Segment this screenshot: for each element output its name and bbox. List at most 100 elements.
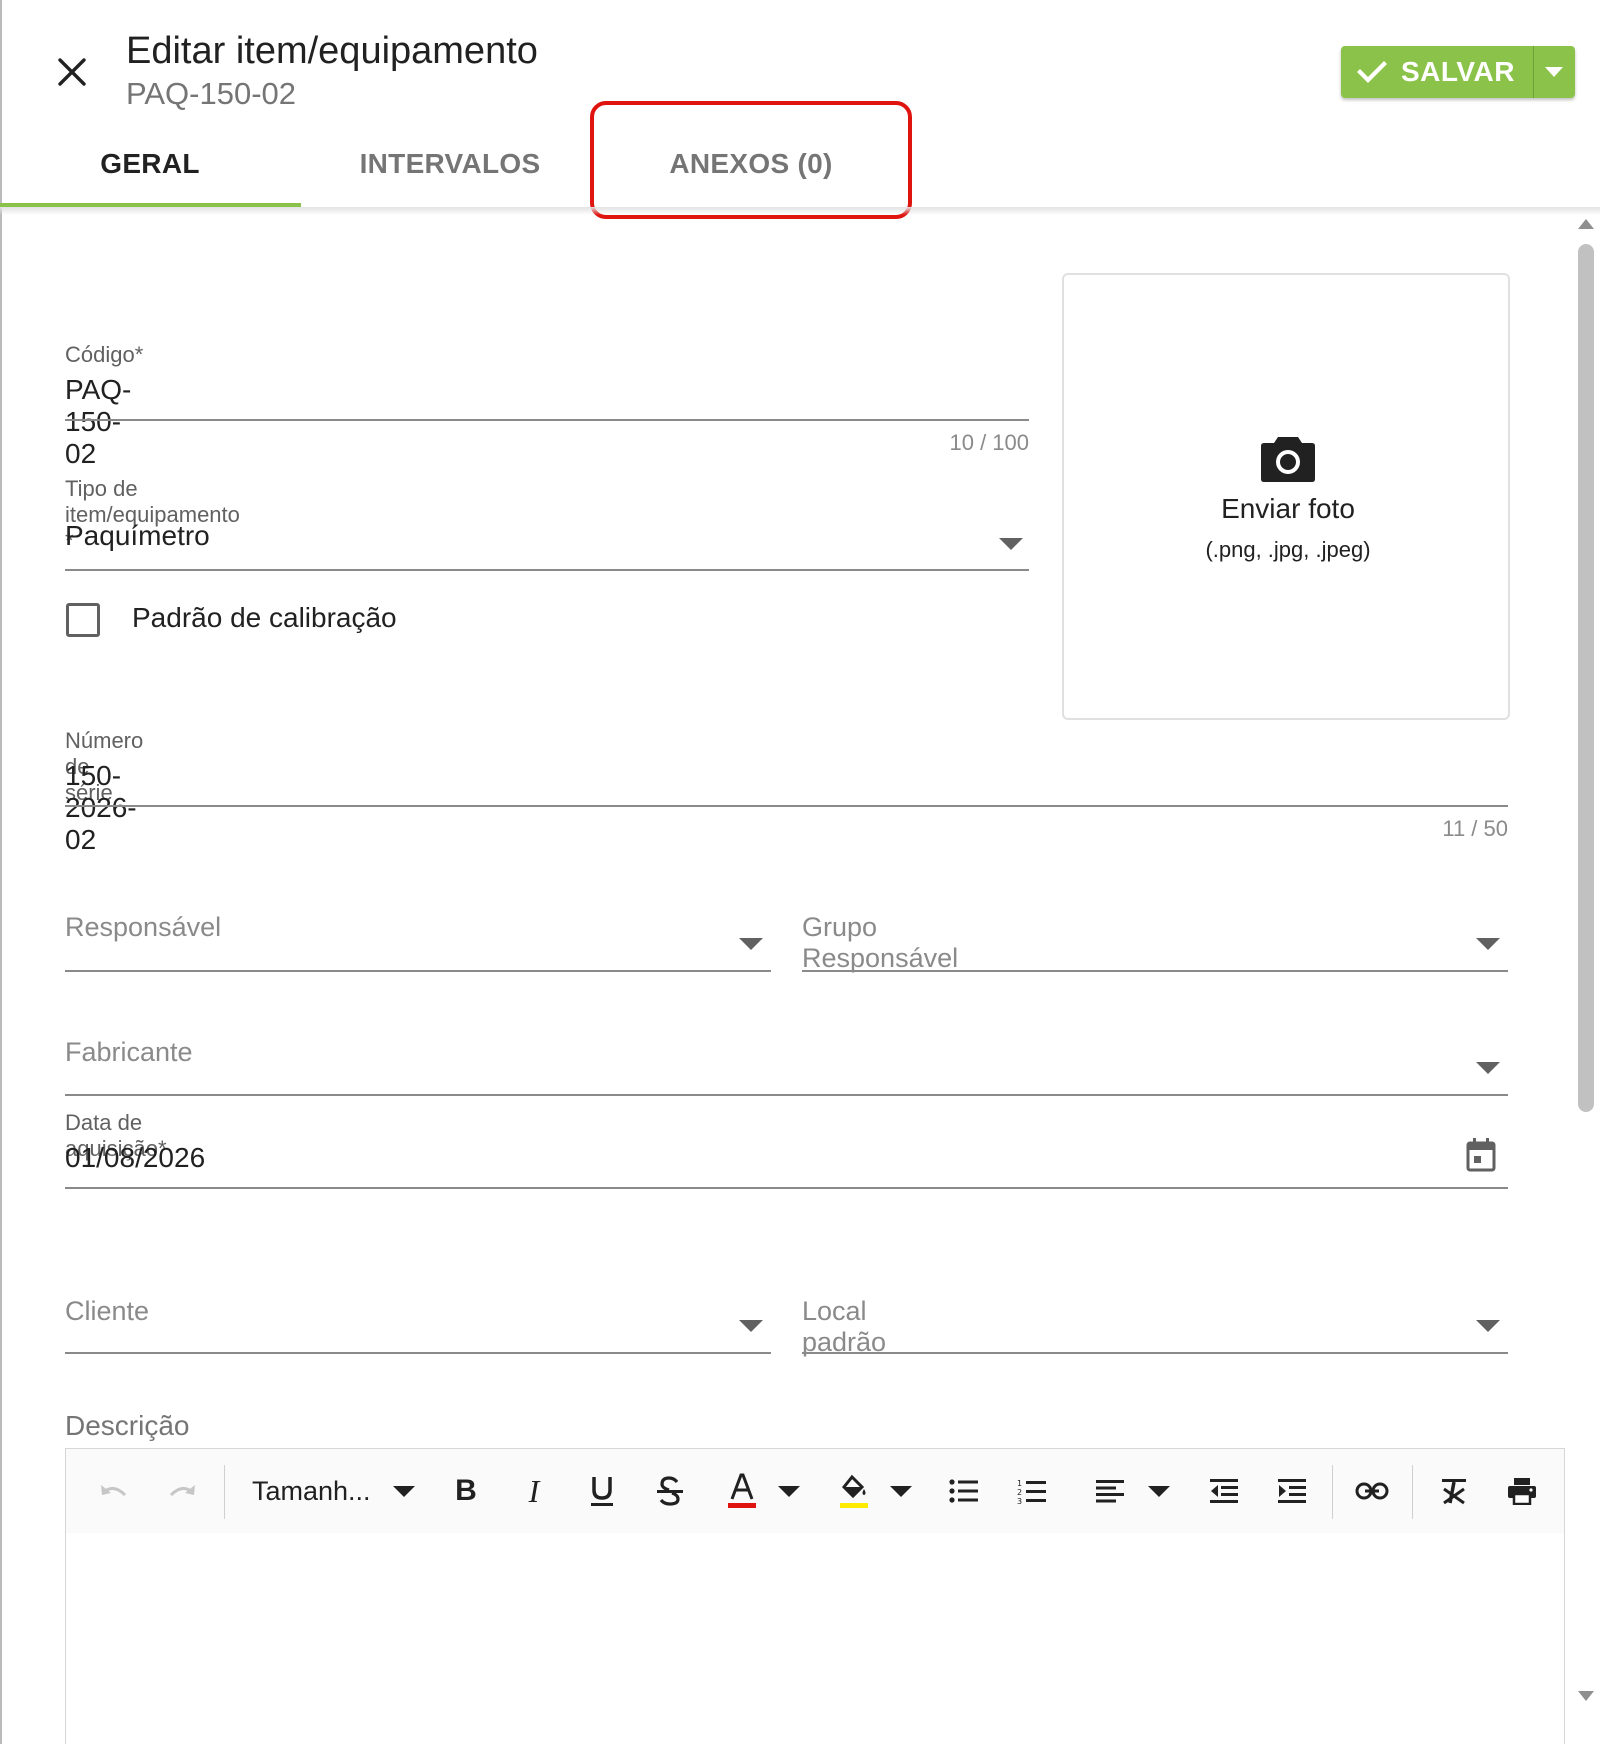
redo-button[interactable]	[160, 1469, 204, 1513]
clear-format-icon	[1442, 1479, 1466, 1505]
numbered-list-button[interactable]: 123	[1010, 1469, 1054, 1513]
descricao-label: Descrição	[65, 1410, 190, 1441]
descricao-editor: Tamanh... B I 1 2 3	[65, 1448, 1565, 1744]
cliente-placeholder: Cliente	[65, 1296, 150, 1326]
serie-underline	[65, 805, 1508, 807]
codigo-underline	[65, 419, 1029, 421]
toolbar-separator	[1332, 1465, 1333, 1519]
chevron-down-icon	[1545, 67, 1564, 77]
tab-intervalos[interactable]: INTERVALOS	[300, 120, 600, 208]
grupo-responsavel-placeholder: Grupo Responsável	[802, 912, 959, 973]
data-aquisicao-input[interactable]: 01/08/2026	[65, 1142, 205, 1174]
tipo-underline	[65, 569, 1029, 571]
padrao-calibracao-label[interactable]: Padrão de calibração	[132, 602, 397, 634]
font-size-label: Tamanh...	[252, 1475, 371, 1506]
undo-button[interactable]	[92, 1469, 136, 1513]
tab-highlight-box	[590, 101, 912, 219]
tipo-select-value[interactable]: Paquímetro	[65, 520, 210, 552]
outdent-button[interactable]	[1202, 1469, 1246, 1513]
editor-toolbar: Tamanh... B I 1 2 3	[66, 1449, 1564, 1533]
close-icon	[58, 58, 86, 86]
print-icon	[1508, 1478, 1536, 1505]
strikethrough-icon	[657, 1476, 683, 1506]
local-padrao-placeholder: Local padrão	[802, 1296, 887, 1357]
save-button-group: SALVAR	[1341, 46, 1575, 98]
undo-icon	[101, 1485, 127, 1497]
cliente-underline	[65, 1352, 771, 1354]
close-button[interactable]	[52, 52, 92, 92]
text-color-dropdown[interactable]	[774, 1469, 804, 1513]
strikethrough-button[interactable]	[648, 1469, 692, 1513]
fabricante-placeholder: Fabricante	[65, 1037, 193, 1067]
link-button[interactable]	[1350, 1469, 1394, 1513]
dialog-subtitle: PAQ-150-02	[126, 76, 297, 111]
local-padrao-underline	[802, 1352, 1508, 1354]
toolbar-separator	[1412, 1465, 1413, 1519]
descricao-text-area[interactable]	[66, 1533, 1564, 1744]
highlight-color-caret-icon	[890, 1485, 912, 1497]
save-button[interactable]: SALVAR	[1341, 46, 1533, 98]
font-size-select[interactable]: Tamanh...	[252, 1469, 415, 1513]
align-left-icon	[1096, 1480, 1124, 1503]
highlight-color-button[interactable]	[832, 1469, 876, 1513]
align-button[interactable]	[1088, 1469, 1132, 1513]
local-padrao-dropdown-arrow-icon[interactable]	[1476, 1320, 1500, 1332]
redo-icon	[169, 1485, 195, 1497]
fabricante-dropdown-arrow-icon[interactable]	[1476, 1062, 1500, 1074]
align-caret-icon	[1148, 1485, 1170, 1497]
clear-format-button[interactable]	[1432, 1469, 1476, 1513]
highlight-color-icon	[840, 1474, 868, 1508]
grupo-responsavel-underline	[802, 970, 1508, 972]
dialog-title: Editar item/equipamento	[126, 30, 538, 72]
codigo-label: Código*	[65, 342, 144, 367]
toolbar-separator	[224, 1465, 225, 1519]
serie-input[interactable]: 150-2026-02	[65, 760, 137, 856]
save-options-button[interactable]	[1532, 46, 1575, 98]
svg-text:2: 2	[1017, 1488, 1022, 1497]
print-button[interactable]	[1500, 1469, 1544, 1513]
photo-upload-area[interactable]: Enviar foto (.png, .jpg, .jpeg)	[1062, 273, 1510, 720]
grupo-responsavel-dropdown-arrow-icon[interactable]	[1476, 938, 1500, 950]
tab-geral[interactable]: GERAL	[0, 120, 300, 208]
indent-icon	[1278, 1479, 1306, 1503]
camera-icon	[1261, 437, 1315, 482]
text-color-caret-icon	[778, 1485, 800, 1497]
text-color-button[interactable]	[720, 1469, 764, 1513]
codigo-input[interactable]: PAQ-150-02	[65, 374, 131, 470]
photo-formats-hint: (.png, .jpg, .jpeg)	[1205, 537, 1371, 562]
check-icon	[1357, 61, 1387, 83]
padrao-calibracao-checkbox[interactable]	[66, 603, 100, 637]
cliente-dropdown-arrow-icon[interactable]	[739, 1320, 763, 1332]
codigo-counter: 10 / 100	[949, 430, 1029, 455]
scrollbar-thumb[interactable]	[1578, 244, 1594, 1112]
save-label: SALVAR	[1401, 56, 1515, 87]
underline-button[interactable]	[580, 1469, 624, 1513]
italic-button[interactable]: I	[512, 1469, 556, 1513]
edit-item-dialog: Editar item/equipamento PAQ-150-02 SALVA…	[0, 0, 1600, 1744]
bullet-list-button[interactable]	[942, 1469, 986, 1513]
photo-upload-label: Enviar foto	[1221, 493, 1355, 524]
scroll-down-arrow-icon[interactable]	[1576, 1690, 1596, 1704]
font-size-caret-icon	[392, 1485, 415, 1497]
tab-bar-shadow	[0, 207, 1600, 215]
bold-icon: B	[455, 1474, 477, 1507]
scroll-up-arrow-icon[interactable]	[1576, 216, 1596, 230]
calendar-icon[interactable]	[1466, 1138, 1496, 1172]
responsavel-dropdown-arrow-icon[interactable]	[739, 938, 763, 950]
outdent-icon	[1210, 1479, 1238, 1503]
bold-button[interactable]: B	[444, 1469, 488, 1513]
data-aquisicao-underline	[65, 1187, 1508, 1189]
tipo-dropdown-arrow-icon[interactable]	[999, 538, 1023, 550]
text-color-icon	[728, 1473, 756, 1508]
svg-text:1: 1	[1017, 1479, 1022, 1488]
numbered-list-icon: 123	[1017, 1479, 1046, 1504]
responsavel-underline	[65, 970, 771, 972]
link-icon	[1355, 1482, 1389, 1500]
highlight-color-dropdown[interactable]	[886, 1469, 916, 1513]
indent-button[interactable]	[1270, 1469, 1314, 1513]
align-dropdown[interactable]	[1144, 1469, 1174, 1513]
underline-icon	[591, 1477, 613, 1506]
bullet-list-icon	[949, 1479, 978, 1503]
fabricante-underline	[65, 1094, 1508, 1096]
svg-text:3: 3	[1017, 1497, 1022, 1504]
